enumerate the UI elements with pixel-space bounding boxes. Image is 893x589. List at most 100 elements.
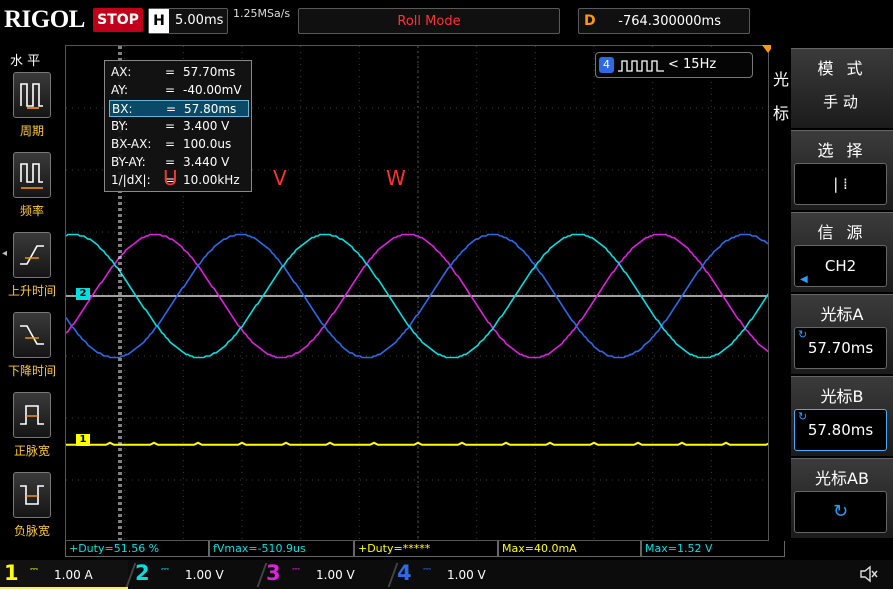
horizontal-scale-box[interactable]: H 5.00ms [148,8,228,34]
cursor-readout-value: 57.80ms [184,102,237,116]
cursor-select-title: 选 择 [817,141,867,160]
cursor-b-title: 光标B [820,387,864,406]
trigger-info-box[interactable]: 4 < 15Hz [595,52,753,78]
delay-value: -764.300000ms [618,14,721,29]
left-menu-scroll-arrow: ◂ [2,248,8,259]
knob-rotate-icon: ↻ [798,328,808,341]
measure-positive-width[interactable]: 正脉宽 [2,392,62,468]
cursor-ab-item[interactable]: 光标AB ↻ [791,458,893,538]
dc-coupling-icon: ⎓ [423,564,431,575]
channel-1-tab[interactable]: 1 ⎓ 1.00 A [0,560,128,589]
measurement-item[interactable]: Max=40.0mA [498,541,641,557]
frequency-icon [13,152,51,198]
dc-coupling-icon: ⎓ [30,564,38,575]
negative-width-icon [13,472,51,518]
channel-number: 3 [266,561,281,585]
cursor-readout-row: 1/|dX|: = 10.00kHz [109,172,249,189]
measurement-item[interactable]: +Duty=***** [354,541,498,557]
cursor-source-title: 信 源 [817,223,867,242]
channel-3-tab[interactable]: 3 ⎓ 1.00 V [262,560,390,589]
measurement-item[interactable]: fVmax=-510.9us [209,541,354,557]
channel-scale: 1.00 V [316,568,355,582]
measure-frequency-label: 频率 [19,204,44,218]
dc-coupling-icon: ⎓ [292,564,300,575]
measure-negative-width[interactable]: 负脉宽 [2,472,62,548]
cursor-readout-equals: = [166,102,177,116]
delay-letter: D [584,13,596,29]
cursor-readout-row: BX-AX: = 100.0us [109,136,249,153]
cursor-mode-item[interactable]: 模 式 手 动 [791,48,893,128]
cursor-a-item[interactable]: 光标A ↻ 57.70ms [791,294,893,374]
measurement-item[interactable]: Max=1.52 V [641,541,785,557]
cursor-b-item[interactable]: 光标B ↻ 57.80ms [791,376,893,456]
cursor-readout-equals: = [165,83,176,97]
cursor-readout-key: AY: [111,83,129,97]
horizontal-letter: H [149,9,169,33]
phase-label-w: W [386,166,406,190]
cursor-readout-panel: AX: = 57.70ms AY: = -40.00mV BX: = 57.80ms BY: = 3.… [104,60,252,192]
cursor-readout-row: AX: = 57.70ms [109,64,249,81]
acquisition-mode: Roll Mode [397,14,461,29]
cursor-b-value: 57.80ms [807,421,874,439]
measure-period[interactable]: 周期 [2,72,62,148]
fall-time-icon [13,312,51,358]
measure-rise-time[interactable]: ◂ 上升时间 [2,232,62,308]
channel-scale: 1.00 A [54,568,93,582]
cursor-readout-value: 57.70ms [183,65,236,79]
measure-rise-time-label: 上升时间 [7,284,56,298]
phase-label-u: U [163,166,178,190]
cursor-readout-value: 3.400 V [183,119,230,133]
measure-period-label: 周期 [19,124,44,138]
positive-width-icon [13,392,51,438]
ch1-offset-marker[interactable]: 1 [76,434,90,446]
cursor-b-value-box: ↻ 57.80ms [794,409,887,451]
speaker-muted-icon[interactable] [859,565,879,583]
cursor-readout-key: BX-AX: [111,137,152,151]
cursor-source-value: CH2 [824,257,857,275]
cursor-select-item[interactable]: 选 择 | ⁞ [791,130,893,210]
channel-scale: 1.00 V [185,568,224,582]
channel-status-bar: 1 ⎓ 1.00 A 2 ⎓ 1.00 V 3 ⎓ 1.00 V 4 ⎓ 1.00 V [0,560,893,589]
acquisition-mode-box[interactable]: Roll Mode [298,8,560,34]
ch2-offset-marker[interactable]: 2 [76,288,90,300]
measurement-item[interactable]: +Duty=51.56 % [65,541,209,557]
measure-negative-width-label: 负脉宽 [13,524,50,538]
trigger-frequency: < 15Hz [668,57,717,72]
menu-side-label-top: 光 [773,70,790,89]
sample-rate: 1.25MSa/s [233,7,291,20]
cursor-readout-row: BX: = 57.80ms [109,100,249,117]
cursor-readout-row: AY: = -40.00mV [109,82,249,99]
cursor-mode-value: 手 动 [823,93,858,111]
cursor-readout-key: BY: [111,119,129,133]
channel-2-tab[interactable]: 2 ⎓ 1.00 V [131,560,259,589]
channel-number: 1 [4,561,19,585]
cursor-readout-value: 100.0us [183,137,232,151]
cursor-a-title: 光标A [820,305,864,324]
delay-box[interactable]: D -764.300000ms [578,8,750,34]
run-stop-status[interactable]: STOP [93,8,143,32]
dc-coupling-icon: ⎓ [161,564,169,575]
horizontal-scale-value: 5.00ms [175,13,224,28]
trigger-source-badge: 4 [599,57,614,73]
cursor-readout-row: BY-AY: = 3.440 V [109,154,249,171]
top-bar: RIGOL STOP H 5.00ms 1.25MSa/s Roll Mode … [0,0,893,40]
measure-fall-time-label: 下降时间 [7,364,56,378]
cursor-select-value: | ⁞ [794,163,887,205]
cursor-menu: 光 标 模 式 手 动 选 择 | ⁞ 信 源 ◀ CH2 光标A ↻ 57.7… [771,44,893,540]
channel-number: 4 [397,561,412,585]
measure-fall-time[interactable]: 下降时间 [2,312,62,388]
cursor-readout-key: 1/|dX|: [111,173,151,187]
cursor-readout-row: BY: = 3.400 V [109,118,249,135]
cursor-ab-rotate-icon: ↻ [794,491,887,533]
cursor-readout-equals: = [165,119,176,133]
channel-scale: 1.00 V [447,568,486,582]
cursor-readout-key: AX: [111,65,132,79]
channel-4-tab[interactable]: 4 ⎓ 1.00 V [393,560,521,589]
cursor-mode-title: 模 式 [817,59,867,78]
cursor-source-item[interactable]: 信 源 ◀ CH2 [791,212,893,292]
cursor-readout-key: BY-AY: [111,155,146,169]
cursor-readout-equals: = [165,137,176,151]
cursor-source-value-box: ◀ CH2 [794,245,887,287]
cursor-a-value: 57.70ms [807,339,874,357]
measure-frequency[interactable]: 频率 [2,152,62,228]
